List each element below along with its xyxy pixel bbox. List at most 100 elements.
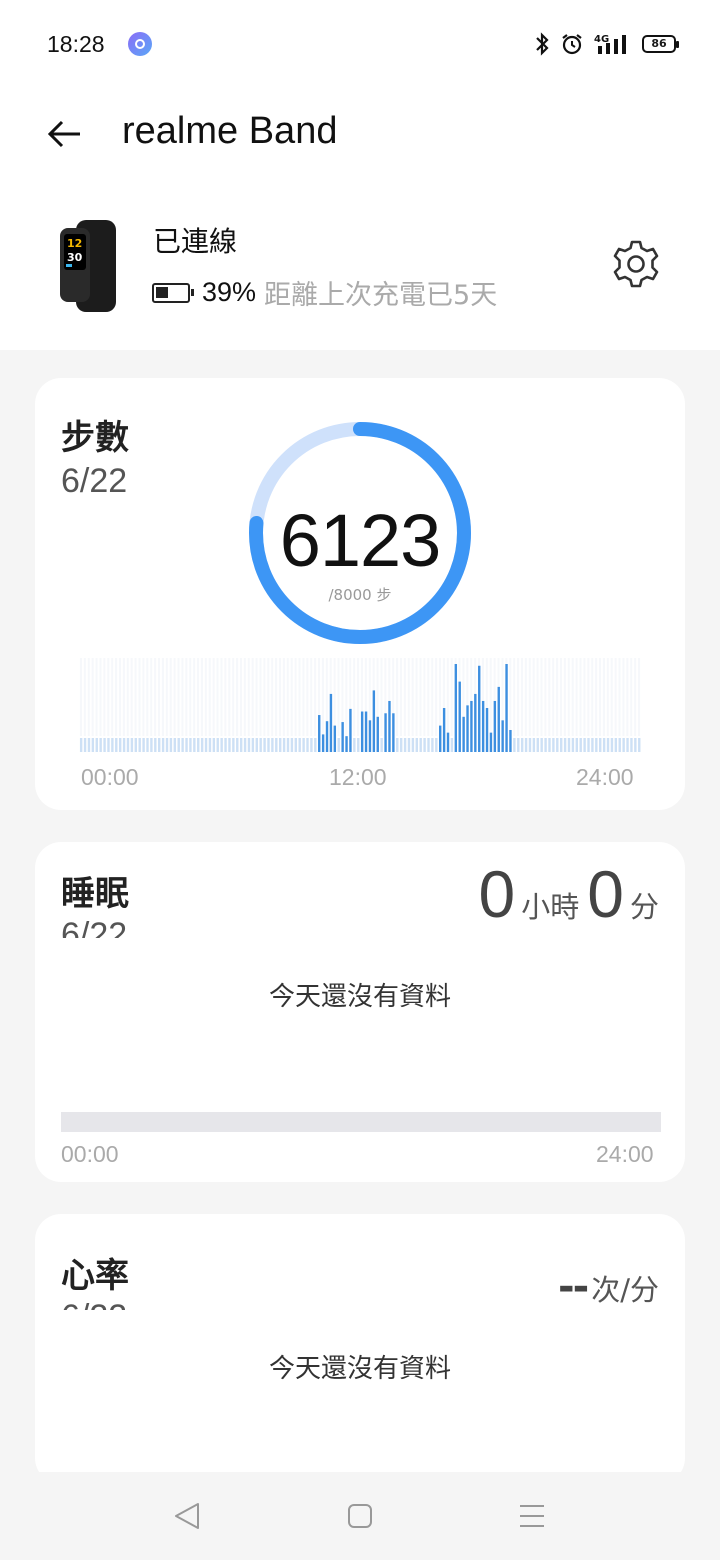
- hourly-bar-background: [602, 658, 605, 736]
- hourly-steps-bar: [204, 738, 208, 752]
- hourly-steps-bar: [446, 732, 450, 752]
- hourly-steps-bar: [372, 690, 376, 752]
- hourly-bar-background: [357, 658, 360, 736]
- sleep-minutes: 0: [587, 857, 624, 931]
- hourly-steps-bar: [130, 738, 134, 752]
- back-button[interactable]: [44, 116, 88, 152]
- hourly-steps-bar: [532, 738, 536, 752]
- hourly-bar-background: [614, 658, 617, 736]
- hourly-steps-bar: [337, 738, 340, 752]
- device-battery-icon: [152, 282, 194, 303]
- hourly-steps-bar: [587, 738, 590, 752]
- 4g-signal-icon: 4G: [594, 34, 626, 54]
- hourly-steps-bar: [208, 738, 212, 752]
- steps-goal: /8000 步: [328, 586, 392, 604]
- hourly-steps-bar: [559, 738, 563, 752]
- hourly-steps-bar: [470, 700, 473, 752]
- steps-card[interactable]: 步數 6/22 6123 /8000 步 00:00 12:00 24:00: [35, 378, 685, 810]
- hourly-steps-bar: [239, 738, 243, 752]
- home-nav-icon[interactable]: [344, 1500, 376, 1532]
- hourly-steps-bar: [556, 738, 559, 752]
- hourly-steps-bar: [407, 738, 411, 752]
- hourly-steps-bar: [325, 721, 329, 752]
- hourly-bar-background: [556, 658, 559, 736]
- hourly-bar-background: [290, 658, 293, 736]
- hourly-bar-background: [517, 658, 520, 736]
- hourly-steps-bar: [419, 738, 422, 752]
- hourly-steps-bar: [83, 738, 87, 752]
- hourly-steps-bar: [403, 738, 407, 752]
- hourly-steps-bar: [622, 738, 625, 752]
- hourly-bar-background: [415, 658, 418, 736]
- hourly-bar-background: [130, 658, 133, 736]
- sleep-card[interactable]: 睡眠 6/22 0 小時 0 分 今天還沒有資料 00:00 24:00: [35, 842, 685, 1182]
- hourly-bar-background: [435, 658, 438, 736]
- hourly-steps-bar: [321, 734, 325, 752]
- hourly-bar-background: [548, 658, 551, 736]
- hourly-steps-bar: [255, 738, 258, 752]
- hourly-bar-background: [540, 658, 543, 736]
- hourly-steps-bar: [396, 738, 399, 752]
- hourly-bar-background: [591, 658, 594, 736]
- hourly-steps-bar: [243, 738, 247, 752]
- hourly-bar-background: [310, 658, 313, 736]
- hourly-steps-bar: [349, 708, 352, 752]
- hourly-bar-background: [399, 658, 402, 736]
- hourly-steps-bar: [259, 738, 262, 752]
- hourly-steps-bar: [517, 738, 520, 752]
- hourly-bar-background: [536, 658, 539, 736]
- hourly-steps-bar: [591, 738, 594, 752]
- hourly-bar-background: [259, 658, 262, 736]
- hourly-steps-bar: [306, 738, 309, 752]
- hourly-bar-background: [446, 658, 449, 736]
- hourly-steps-bar: [357, 738, 360, 752]
- hourly-steps-bar: [158, 738, 161, 752]
- steps-axis-start: 00:00: [81, 764, 139, 790]
- settings-gear-icon[interactable]: [610, 238, 662, 290]
- heart-rate-value: --: [558, 1264, 589, 1310]
- hourly-steps-bar: [216, 738, 219, 752]
- hourly-bar-background: [115, 658, 118, 736]
- hourly-steps-bar: [115, 738, 118, 752]
- hourly-steps-bar: [544, 738, 547, 752]
- hourly-steps-bar: [122, 738, 126, 752]
- hourly-steps-bar: [333, 725, 337, 752]
- hourly-bar-background: [103, 658, 106, 736]
- hourly-steps-bar: [618, 738, 621, 752]
- hourly-bar-background: [302, 658, 305, 736]
- hourly-steps-bar: [353, 738, 356, 752]
- header: realme Band 12 30 已連線 39% 距離上次充電已5天: [0, 90, 720, 350]
- hourly-steps-bar: [626, 738, 629, 752]
- heart-rate-title: 心率: [61, 1256, 129, 1296]
- hourly-steps-bar: [150, 738, 153, 752]
- hourly-steps-bar: [567, 738, 571, 752]
- heart-rate-card[interactable]: 心率 6/22 -- 次/分 今天還沒有資料: [35, 1214, 685, 1484]
- hourly-bar-background: [630, 658, 633, 736]
- hourly-bar-background: [243, 658, 246, 736]
- hourly-bar-background: [177, 658, 180, 736]
- hourly-bar-background: [154, 658, 157, 736]
- hourly-bar-background: [314, 658, 317, 736]
- hourly-steps-bar: [290, 738, 294, 752]
- hourly-steps-bar: [165, 738, 169, 752]
- hourly-bar-background: [216, 658, 219, 736]
- hourly-steps-bar: [520, 738, 524, 752]
- menu-nav-icon[interactable]: [516, 1500, 548, 1532]
- hourly-bar-background: [606, 658, 609, 736]
- alarm-icon: [562, 34, 582, 55]
- hourly-bar-background: [263, 658, 266, 736]
- hourly-steps-bar: [154, 738, 157, 752]
- hourly-steps-bar: [271, 738, 274, 752]
- page-title: realme Band: [122, 110, 338, 152]
- steps-date: 6/22: [61, 462, 128, 500]
- hourly-bar-background: [298, 658, 301, 736]
- hourly-bar-background: [571, 658, 574, 736]
- hourly-steps-bar: [528, 738, 532, 752]
- hourly-steps-bar: [614, 738, 618, 752]
- hourly-steps-bar: [399, 738, 403, 752]
- back-nav-icon[interactable]: [172, 1500, 204, 1532]
- hourly-bar-background: [239, 658, 242, 736]
- hourly-bar-background: [83, 658, 86, 736]
- hourly-steps-bar: [501, 720, 504, 752]
- hourly-steps-bar: [236, 738, 239, 752]
